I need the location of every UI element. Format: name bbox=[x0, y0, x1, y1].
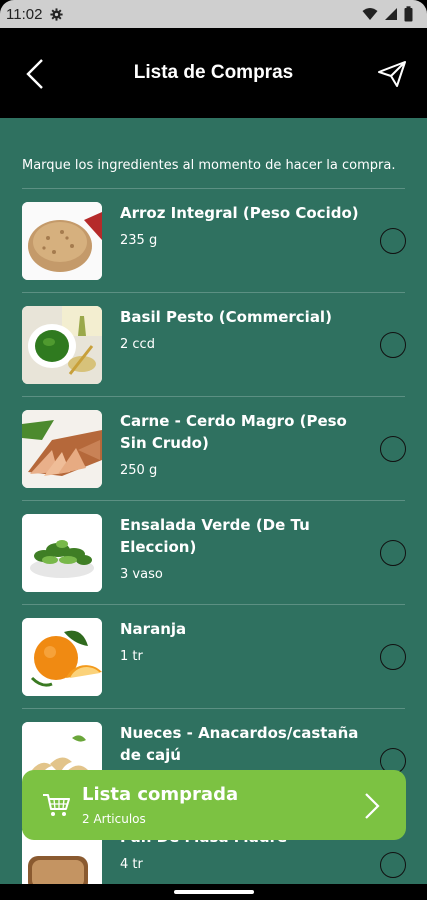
list-item[interactable]: Arroz Integral (Peso Cocido) 235 g bbox=[22, 188, 406, 292]
list-item[interactable]: Naranja 1 tr bbox=[22, 604, 406, 708]
item-name: Basil Pesto (Commercial) 2 ccd bbox=[120, 306, 378, 356]
app-bar: Lista de Compras bbox=[0, 28, 427, 118]
send-icon[interactable] bbox=[377, 60, 407, 88]
item-quantity: 1 tr bbox=[120, 649, 143, 664]
home-indicator[interactable] bbox=[174, 890, 254, 894]
purchased-list-button[interactable]: Lista comprada 2 Articulos bbox=[22, 770, 406, 840]
item-checkbox[interactable] bbox=[380, 644, 406, 670]
pork-icon bbox=[22, 410, 102, 488]
banner-count: 2 Articulos bbox=[82, 812, 146, 826]
status-bar: 11:02 bbox=[0, 0, 427, 28]
item-quantity: 2 ccd bbox=[120, 337, 155, 352]
item-name: Carne - Cerdo Magro (Peso Sin Crudo) 250 … bbox=[120, 410, 378, 482]
nav-bar bbox=[0, 884, 427, 900]
battery-icon bbox=[404, 6, 413, 22]
item-name: Nueces - Anacardos/castaña de cajú bbox=[120, 724, 359, 764]
item-name: Arroz Integral (Peso Cocido) 235 g bbox=[120, 202, 378, 252]
item-quantity: 235 g bbox=[120, 233, 158, 248]
shopping-cart-icon bbox=[43, 794, 70, 816]
item-checkbox[interactable] bbox=[380, 540, 406, 566]
item-quantity: 4 tr bbox=[120, 857, 143, 872]
page-title: Lista de Compras bbox=[133, 62, 294, 83]
item-quantity: 3 vaso bbox=[120, 567, 163, 582]
banner-title: Lista comprada bbox=[82, 784, 239, 805]
item-name: Naranja 1 tr bbox=[120, 618, 378, 668]
pesto-icon bbox=[22, 306, 102, 384]
instructions-text: Marque los ingredientes al momento de ha… bbox=[22, 158, 396, 173]
back-arrow-icon[interactable] bbox=[24, 58, 46, 90]
item-checkbox[interactable] bbox=[380, 436, 406, 462]
item-name: Ensalada Verde (De Tu Eleccion) 3 vaso bbox=[120, 514, 378, 586]
item-checkbox[interactable] bbox=[380, 332, 406, 358]
status-time: 11:02 bbox=[6, 5, 43, 23]
wifi-icon bbox=[362, 8, 378, 20]
signal-icon bbox=[385, 8, 397, 20]
item-checkbox[interactable] bbox=[380, 852, 406, 878]
orange-icon bbox=[22, 618, 102, 696]
list-item[interactable]: Carne - Cerdo Magro (Peso Sin Crudo) 250 … bbox=[22, 396, 406, 500]
salad-icon bbox=[22, 514, 102, 592]
chevron-right-icon bbox=[365, 793, 380, 819]
list-item[interactable]: Basil Pesto (Commercial) 2 ccd bbox=[22, 292, 406, 396]
item-quantity: 250 g bbox=[120, 463, 158, 478]
list-item[interactable]: Ensalada Verde (De Tu Eleccion) 3 vaso bbox=[22, 500, 406, 604]
item-checkbox[interactable] bbox=[380, 228, 406, 254]
gear-icon bbox=[50, 7, 64, 21]
rice-icon bbox=[22, 202, 102, 280]
